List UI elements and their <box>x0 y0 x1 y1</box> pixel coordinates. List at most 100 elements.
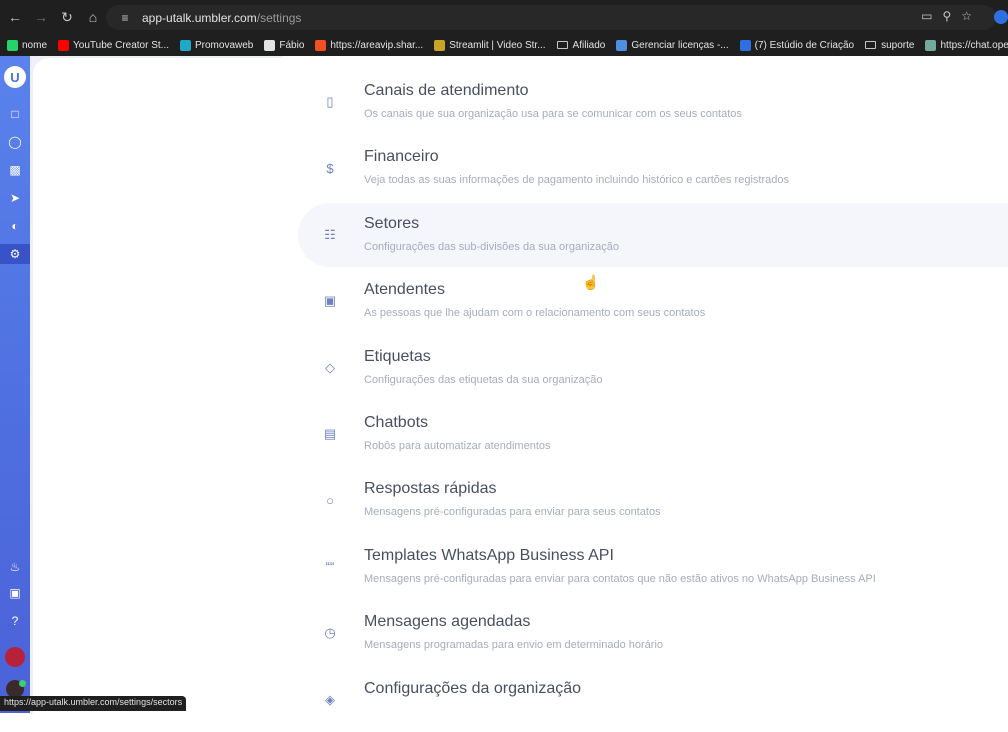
settings-item-description: Configurações das sub-divisões da sua or… <box>364 240 619 253</box>
bookmark-label: Gerenciar licenças -... <box>631 39 729 51</box>
bookmark-item[interactable]: YouTube Creator St... <box>58 39 169 51</box>
online-status-dot <box>19 680 26 687</box>
site-info-icon[interactable]: ≡ <box>114 11 136 25</box>
settings-item-description: As pessoas que lhe ajudam com o relacion… <box>364 307 706 320</box>
address-bar[interactable]: ≡ app-utalk.umbler.com/settings ▭ ⚲ ☆ <box>106 5 996 30</box>
send-icon[interactable]: ➤ <box>0 188 30 208</box>
settings-item-description: Robôs para automatizar atendimentos <box>364 440 551 452</box>
bookmark-label: Afiliado <box>572 39 606 51</box>
bookmark-label: Promovaweb <box>195 39 254 51</box>
bookmark-label: nome <box>22 39 48 51</box>
settings-list: ▯ Canais de atendimento Os canais que sua … <box>283 68 1008 713</box>
bookmark-item[interactable]: https://areavip.shar... <box>315 39 424 51</box>
bookmark-label: (7) Estúdio de Criação <box>754 39 855 51</box>
settings-item-title: Canais de atendimento <box>364 82 529 99</box>
app-area: U □ ◯ ▩ ➤ ◐ ⚙ ♨ ▣ ? ▯ Canais de atendimen… <box>0 56 1008 713</box>
robot-icon: ▤ <box>323 426 337 441</box>
settings-item-description: Mensagens programadas para envio em dete… <box>364 639 664 652</box>
settings-item[interactable]: ☷ Setores Configurações das sub-divisões d… <box>298 202 1008 267</box>
dollar-icon: $ <box>326 160 334 176</box>
settings-item-title: Respostas rápidas <box>364 480 497 498</box>
settings-side-panel <box>33 58 283 713</box>
bookmark-item[interactable]: nome <box>7 39 48 51</box>
contacts-icon[interactable]: ◯ <box>0 132 30 152</box>
bookmark-star-icon[interactable]: ☆ <box>961 9 972 23</box>
bookmark-label: Fábio <box>279 39 305 51</box>
favicon-icon <box>7 39 18 51</box>
settings-item-title: Etiquetas <box>364 347 431 365</box>
bookmark-item[interactable]: https://chat.openai.... <box>925 39 1008 51</box>
folder-icon <box>865 41 877 49</box>
notifications-bell-icon[interactable]: ♨ <box>0 557 30 577</box>
bookmark-item[interactable]: suporte <box>865 40 914 51</box>
favicon-icon <box>180 39 191 51</box>
clock-icon: ◷ <box>324 625 336 641</box>
settings-item[interactable]: ▣ Atendentes As pessoas que lhe ajudam com… <box>298 269 1008 333</box>
settings-item[interactable]: ◷ Mensagens agendadas Mensagens programada… <box>298 601 1008 665</box>
pointer-hand-icon: ☝ <box>582 274 600 290</box>
chat-bubble-icon: ○ <box>326 492 334 508</box>
settings-item[interactable]: ◇ Etiquetas Configurações das etiquetas da… <box>298 336 1008 400</box>
settings-item-title: Atendentes <box>364 281 445 299</box>
reload-icon[interactable]: ↻ <box>54 4 80 30</box>
favicon-icon <box>616 39 628 51</box>
settings-item-description: Mensagens pré-configuradas para enviar p… <box>364 572 876 585</box>
profile-avatar[interactable] <box>994 10 1008 24</box>
sectors-icon: ☷ <box>324 226 336 242</box>
settings-item-description: Os canais que sua organização usa para s… <box>364 108 742 120</box>
zoom-icon[interactable]: ⚲ <box>942 9 951 23</box>
settings-item-title: Mensagens agendadas <box>364 613 531 631</box>
favicon-icon <box>739 39 751 51</box>
bookmark-item[interactable]: Afiliado <box>556 39 606 51</box>
tag-icon: ◇ <box>325 359 335 375</box>
badge-icon: ▣ <box>323 293 337 309</box>
bots-icon[interactable]: ▩ <box>0 160 30 180</box>
settings-item-title: Configurações da organização <box>364 679 582 697</box>
dashboard-icon[interactable]: ◐ <box>0 216 30 236</box>
settings-item-title: Chatbots <box>364 414 429 431</box>
settings-gear-icon[interactable]: ⚙ <box>0 244 30 264</box>
quote-icon: ““ <box>325 559 335 575</box>
settings-item[interactable]: ○ Respostas rápidas Mensagens pré-configur… <box>298 468 1008 532</box>
gift-icon[interactable]: ▣ <box>0 583 30 603</box>
forward-icon[interactable]: → <box>28 4 54 30</box>
home-icon[interactable]: ⌂ <box>80 4 106 30</box>
app-logo[interactable]: U <box>4 66 26 88</box>
settings-item[interactable]: ““ Templates WhatsApp Business API Mensage… <box>298 535 1008 599</box>
settings-item-description: Mensagens pré-configuradas para enviar p… <box>364 506 661 519</box>
settings-item-title: Setores <box>364 214 420 232</box>
settings-item-title: Financeiro <box>364 148 439 166</box>
bookmark-label: https://areavip.shar... <box>330 39 424 51</box>
bookmark-item[interactable]: Streamlit | Video Str... <box>434 39 546 51</box>
settings-item[interactable]: ◈ Configurações da organização <box>298 668 1008 732</box>
organization-avatar[interactable] <box>5 647 25 667</box>
bookmark-item[interactable]: Gerenciar licenças -... <box>616 39 729 51</box>
install-app-icon[interactable]: ▭ <box>921 9 932 23</box>
settings-item-description: Veja todas as suas informações de pagame… <box>364 174 789 187</box>
sidebar-rail: U □ ◯ ▩ ➤ ◐ ⚙ ♨ ▣ ? <box>0 56 30 713</box>
settings-item[interactable]: $ Financeiro Veja todas as suas informaçõe… <box>298 136 1008 200</box>
link-status-bar: https://app-utalk.umbler.com/settings/se… <box>0 696 187 711</box>
settings-item[interactable]: ▤ Chatbots Robôs para automatizar atendime… <box>298 402 1008 466</box>
bookmark-label: Streamlit | Video Str... <box>449 39 546 51</box>
phone-icon: ▯ <box>326 94 334 109</box>
bookmark-item[interactable]: Fábio <box>264 39 305 51</box>
bookmark-item[interactable]: Promovaweb <box>180 39 254 51</box>
bookmark-label: suporte <box>881 39 915 51</box>
url-text[interactable]: app-utalk.umbler.com/settings <box>142 11 301 25</box>
favicon-icon <box>315 39 327 51</box>
folder-icon <box>556 41 568 49</box>
help-icon[interactable]: ? <box>0 611 30 631</box>
favicon-icon <box>925 39 937 51</box>
settings-item-description: Configurações das etiquetas da sua organ… <box>364 373 603 386</box>
bookmark-label: YouTube Creator St... <box>73 39 169 51</box>
settings-item[interactable]: ▯ Canais de atendimento Os canais que sua … <box>298 70 1008 134</box>
bookmarks-bar: nome YouTube Creator St... Promovaweb Fábio… <box>0 34 1008 56</box>
settings-item-title: Templates WhatsApp Business API <box>364 546 614 564</box>
chats-icon[interactable]: □ <box>0 104 30 124</box>
favicon-icon <box>434 39 446 51</box>
bookmark-item[interactable]: (7) Estúdio de Criação <box>739 39 855 51</box>
bookmark-label: https://chat.openai.... <box>940 39 1008 51</box>
back-icon[interactable]: ← <box>2 4 28 30</box>
browser-toolbar: ← → ↻ ⌂ ≡ app-utalk.umbler.com/settings … <box>0 0 1008 34</box>
